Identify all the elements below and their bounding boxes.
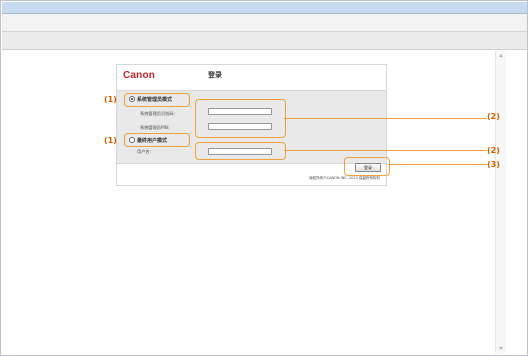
- callout-login-button: (3): [487, 160, 500, 169]
- callout-user-mode: (1): [104, 136, 117, 145]
- admin-mode-highlight: [124, 93, 190, 107]
- id-pin-fields-highlight: [195, 99, 286, 138]
- callout-admin-mode: (1): [104, 95, 117, 104]
- copyright-text: 版权所有©CANON INC. 2013 保留所有权利: [309, 176, 380, 180]
- page-title: 登录: [208, 71, 222, 79]
- vertical-scrollbar[interactable]: [495, 51, 506, 353]
- callout-username-field: (2): [487, 146, 500, 155]
- callout-line: [388, 164, 487, 165]
- username-field-highlight: [195, 142, 286, 160]
- callout-id-pin-fields: (2): [487, 112, 500, 121]
- admin-pin-label: 系统管理员PIN:: [140, 125, 170, 130]
- login-button-highlight: [344, 157, 390, 176]
- username-label: 用户名:: [137, 149, 151, 154]
- menu-bar: [2, 14, 527, 32]
- toolbar: [2, 32, 527, 78]
- scroll-up-arrow-icon[interactable]: [499, 54, 503, 57]
- admin-id-label: 系统管理员识别码:: [140, 111, 175, 116]
- title-bar: [2, 2, 527, 14]
- user-mode-highlight: [124, 133, 190, 147]
- callout-line: [284, 118, 487, 119]
- canon-logo: Canon: [123, 70, 156, 81]
- callout-line: [284, 150, 487, 151]
- scroll-down-arrow-icon[interactable]: [499, 347, 503, 350]
